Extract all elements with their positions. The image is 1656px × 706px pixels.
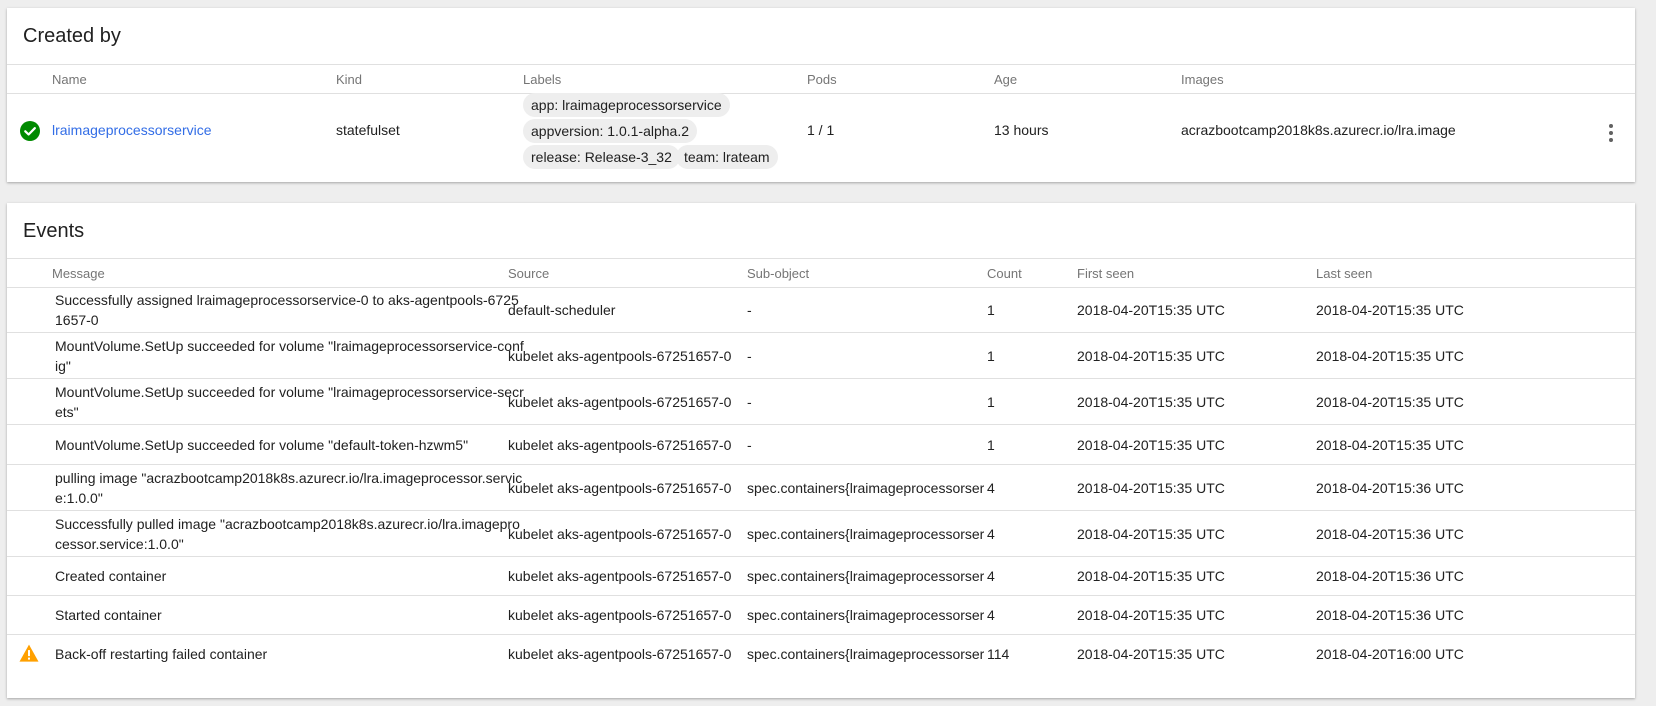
- event-source: kubelet aks-agentpools-67251657-0: [508, 479, 732, 496]
- column-header-last-seen[interactable]: Last seen: [1316, 266, 1372, 281]
- created-by-table-header: Name Kind Labels Pods Age Images: [7, 64, 1635, 94]
- label-chip: appversion: 1.0.1-alpha.2: [523, 119, 697, 143]
- event-count: 4: [987, 568, 995, 584]
- event-source: kubelet aks-agentpools-67251657-0: [508, 525, 732, 542]
- event-source: default-scheduler: [508, 301, 616, 318]
- event-source: kubelet aks-agentpools-67251657-0: [508, 347, 732, 364]
- event-message: MountVolume.SetUp succeeded for volume "…: [55, 337, 524, 374]
- pods-count: 1 / 1: [807, 122, 835, 138]
- event-message: MountVolume.SetUp succeeded for volume "…: [55, 383, 524, 420]
- table-row: Successfully assigned lraimageprocessors…: [7, 287, 1635, 333]
- column-header-sub-object[interactable]: Sub-object: [747, 266, 809, 281]
- event-last-seen: 2018-04-20T15:35 UTC: [1316, 393, 1464, 410]
- event-sub-object: spec.containers{lraimageprocessorservice…: [747, 479, 984, 496]
- table-row: MountVolume.SetUp succeeded for volume "…: [7, 425, 1635, 465]
- column-header-source[interactable]: Source: [508, 266, 549, 281]
- event-last-seen: 2018-04-20T15:36 UTC: [1316, 479, 1464, 496]
- event-sub-object: spec.containers{lraimageprocessorservice…: [747, 646, 984, 662]
- event-count: 1: [987, 436, 995, 453]
- event-sub-object: spec.containers{lraimageprocessorservice…: [747, 568, 984, 584]
- event-source: kubelet aks-agentpools-67251657-0: [508, 646, 732, 662]
- event-first-seen: 2018-04-20T15:35 UTC: [1077, 436, 1225, 453]
- event-last-seen: 2018-04-20T15:35 UTC: [1316, 347, 1464, 364]
- event-sub-object: -: [747, 347, 752, 364]
- event-message: Back-off restarting failed container: [55, 646, 268, 662]
- warning-icon: [19, 644, 39, 662]
- table-row: MountVolume.SetUp succeeded for volume "…: [7, 333, 1635, 379]
- event-sub-object: -: [747, 393, 752, 410]
- event-count: 114: [987, 646, 1010, 662]
- event-source: kubelet aks-agentpools-67251657-0: [508, 607, 732, 623]
- event-message: Successfully assigned lraimageprocessors…: [55, 291, 519, 328]
- column-header-age[interactable]: Age: [994, 72, 1017, 87]
- column-header-first-seen[interactable]: First seen: [1077, 266, 1134, 281]
- resource-name-link[interactable]: lraimageprocessorservice: [52, 122, 212, 138]
- column-header-name[interactable]: Name: [52, 72, 87, 87]
- event-source: kubelet aks-agentpools-67251657-0: [508, 436, 732, 453]
- event-message: Successfully pulled image "acrazbootcamp…: [55, 515, 520, 552]
- event-last-seen: 2018-04-20T15:35 UTC: [1316, 301, 1464, 318]
- column-header-images[interactable]: Images: [1181, 72, 1224, 87]
- event-last-seen: 2018-04-20T15:36 UTC: [1316, 607, 1464, 623]
- event-message: Started container: [55, 607, 162, 623]
- event-first-seen: 2018-04-20T15:35 UTC: [1077, 301, 1225, 318]
- event-sub-object: -: [747, 301, 752, 318]
- event-first-seen: 2018-04-20T15:35 UTC: [1077, 525, 1225, 542]
- event-message: Created container: [55, 568, 167, 584]
- table-row: Created container kubelet aks-agentpools-…: [7, 557, 1635, 596]
- label-chip: app: lraimageprocessorservice: [523, 93, 730, 117]
- check-circle-icon: [20, 121, 40, 141]
- column-header-message[interactable]: Message: [52, 266, 105, 281]
- event-count: 1: [987, 347, 995, 364]
- created-by-title: Created by: [23, 25, 121, 47]
- event-message: MountVolume.SetUp succeeded for volume "…: [55, 436, 469, 453]
- more-vert-icon[interactable]: [1607, 124, 1615, 144]
- table-row: Back-off restarting failed container kube…: [7, 635, 1635, 673]
- event-count: 1: [987, 301, 995, 318]
- event-sub-object: spec.containers{lraimageprocessorservice…: [747, 525, 984, 542]
- event-count: 4: [987, 607, 995, 623]
- event-first-seen: 2018-04-20T15:35 UTC: [1077, 479, 1225, 496]
- event-last-seen: 2018-04-20T15:36 UTC: [1316, 568, 1464, 584]
- event-count: 1: [987, 393, 995, 410]
- event-first-seen: 2018-04-20T15:35 UTC: [1077, 646, 1225, 662]
- resource-images: acrazbootcamp2018k8s.azurecr.io/lra.imag…: [1181, 122, 1456, 138]
- column-header-count[interactable]: Count: [987, 266, 1022, 281]
- event-first-seen: 2018-04-20T15:35 UTC: [1077, 347, 1225, 364]
- event-sub-object: -: [747, 436, 752, 453]
- table-row: pulling image "acrazbootcamp2018k8s.azur…: [7, 465, 1635, 511]
- event-sub-object: spec.containers{lraimageprocessorservice…: [747, 607, 984, 623]
- label-chip: team: lrateam: [676, 145, 778, 169]
- column-header-kind[interactable]: Kind: [336, 72, 362, 87]
- event-source: kubelet aks-agentpools-67251657-0: [508, 568, 732, 584]
- column-header-labels[interactable]: Labels: [523, 72, 561, 87]
- event-first-seen: 2018-04-20T15:35 UTC: [1077, 607, 1225, 623]
- event-last-seen: 2018-04-20T15:36 UTC: [1316, 525, 1464, 542]
- event-last-seen: 2018-04-20T16:00 UTC: [1316, 646, 1464, 662]
- event-message: pulling image "acrazbootcamp2018k8s.azur…: [55, 469, 523, 506]
- event-count: 4: [987, 525, 995, 542]
- events-card: Events Message Source Sub-object Count F…: [7, 203, 1635, 698]
- event-source: kubelet aks-agentpools-67251657-0: [508, 393, 732, 410]
- events-title: Events: [23, 220, 85, 242]
- table-row: Successfully pulled image "acrazbootcamp…: [7, 511, 1635, 557]
- event-last-seen: 2018-04-20T15:35 UTC: [1316, 436, 1464, 453]
- label-chip: release: Release-3_32: [523, 145, 680, 169]
- event-count: 4: [987, 479, 995, 496]
- resource-kind: statefulset: [336, 122, 400, 138]
- event-first-seen: 2018-04-20T15:35 UTC: [1077, 568, 1225, 584]
- resource-age: 13 hours: [994, 122, 1049, 138]
- table-row: Started container kubelet aks-agentpools-…: [7, 596, 1635, 635]
- events-table-header: Message Source Sub-object Count First se…: [7, 258, 1635, 288]
- column-header-pods[interactable]: Pods: [807, 72, 837, 87]
- event-first-seen: 2018-04-20T15:35 UTC: [1077, 393, 1225, 410]
- table-row: MountVolume.SetUp succeeded for volume "…: [7, 379, 1635, 425]
- created-by-card: Created by Name Kind Labels Pods Age Ima…: [7, 8, 1635, 182]
